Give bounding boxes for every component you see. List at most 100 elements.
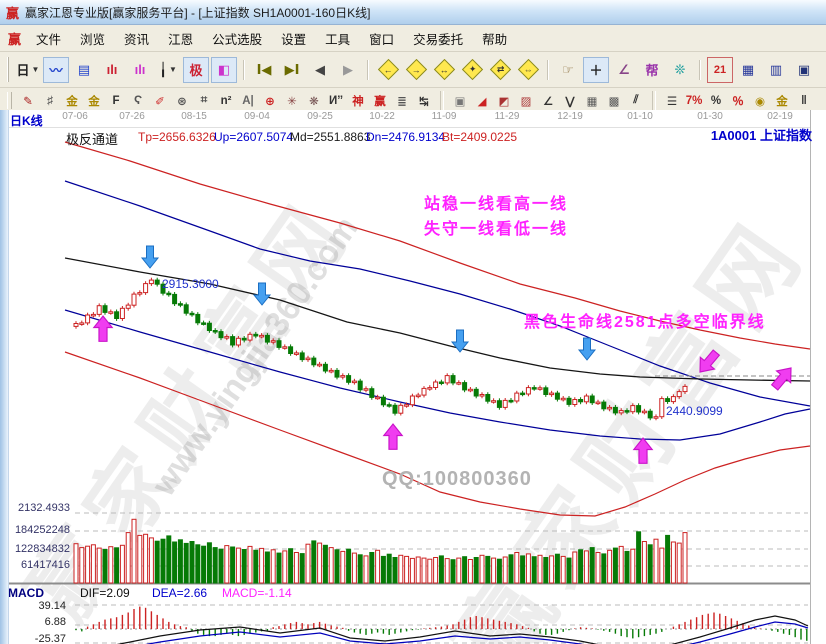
pen-tool-icon[interactable]: ✎: [17, 90, 39, 111]
percent-7-icon[interactable]: 7%: [683, 90, 705, 111]
spider-web-icon[interactable]: ❋: [303, 90, 325, 111]
quote-board-icon[interactable]: ▤: [71, 57, 97, 83]
x-axis-date-label: 01-30: [688, 111, 732, 122]
save-icon[interactable]: ▣: [791, 57, 817, 83]
menu-item-帮助[interactable]: 帮助: [473, 26, 516, 51]
jifan-channel-icon[interactable]: 极: [183, 57, 209, 83]
calendar-icon[interactable]: 21: [707, 57, 733, 83]
trend-chart-icon[interactable]: 〰: [43, 57, 69, 83]
grid-arrow-icon[interactable]: ▩: [603, 90, 625, 111]
channel-value-label: Tp=2656.6326: [138, 130, 216, 144]
menu-item-江恩[interactable]: 江恩: [159, 26, 202, 51]
help-tool-icon[interactable]: 帮: [639, 57, 665, 83]
menu-item-浏览[interactable]: 浏览: [71, 26, 114, 51]
hatch-grid-icon[interactable]: ♯: [39, 90, 61, 111]
ray-box-icon[interactable]: ▨: [515, 90, 537, 111]
diamond-right-icon[interactable]: →: [403, 57, 429, 83]
minute-9-chart-icon[interactable]: ılı: [127, 57, 153, 83]
n-square-icon[interactable]: n²: [215, 90, 237, 111]
grid-box-icon[interactable]: ▦: [581, 90, 603, 111]
wave-mark-icon[interactable]: Иˮ: [325, 90, 347, 111]
band-grid-icon[interactable]: ≣: [391, 90, 413, 111]
gold-circle-icon[interactable]: ◉: [749, 90, 771, 111]
toolbar-separator: [652, 91, 656, 111]
low-price-label: 2440.9099: [666, 404, 723, 418]
zigzag-icon[interactable]: ⋁: [559, 90, 581, 111]
percent-icon[interactable]: %: [705, 90, 727, 111]
volume-scale-label: 61417416: [8, 559, 70, 571]
menu-item-交易委托[interactable]: 交易委托: [404, 26, 472, 51]
minute-3-chart-icon[interactable]: ılı: [99, 57, 125, 83]
ai-tool-icon[interactable]: ❊: [667, 57, 693, 83]
pencil-red-icon[interactable]: ✐: [149, 90, 171, 111]
macd-dif-value: DIF=2.09: [80, 586, 130, 600]
parallel-lines-icon[interactable]: ⫽: [625, 90, 647, 111]
compass-icon[interactable]: ⊛: [171, 90, 193, 111]
menu-item-窗口[interactable]: 窗口: [360, 26, 403, 51]
diamond-center-icon[interactable]: ✦: [459, 57, 485, 83]
ruler-grid-icon[interactable]: ⌗: [193, 90, 215, 111]
volume-scale-label: 184252248: [8, 524, 70, 536]
toolbar-separator: [367, 60, 369, 80]
ying-tool-icon[interactable]: 赢: [369, 90, 391, 111]
rect-select-icon[interactable]: ▣: [449, 90, 471, 111]
notes-icon[interactable]: ▥: [763, 57, 789, 83]
angle-lines-icon[interactable]: ∠: [537, 90, 559, 111]
share-icon[interactable]: ⧉: [819, 57, 826, 83]
shen-tool-icon[interactable]: 神: [347, 90, 369, 111]
fan-box-icon[interactable]: ◩: [493, 90, 515, 111]
text-vertical-icon[interactable]: A|: [237, 90, 259, 111]
volume-scale-label: 122834832: [8, 543, 70, 555]
gold-line-icon[interactable]: 金: [771, 90, 793, 111]
diamond-expand-icon[interactable]: ↔: [431, 57, 457, 83]
period-daily-icon[interactable]: 日▼: [15, 57, 41, 83]
gann-fan-icon[interactable]: ◢: [471, 90, 493, 111]
menu-item-文件[interactable]: 文件: [27, 26, 70, 51]
menu-item-资讯[interactable]: 资讯: [115, 26, 158, 51]
candle-style-icon[interactable]: ╽▼: [155, 57, 181, 83]
width-measure-icon[interactable]: ↹: [413, 90, 435, 111]
calculator-icon[interactable]: ▦: [735, 57, 761, 83]
menu-bar: 赢 文件浏览资讯江恩公式选股设置工具窗口交易委托帮助: [0, 25, 826, 52]
indicator-name: 极反通道: [66, 129, 118, 148]
annotation-life-line: 黑色生命线2581点多空临界线: [524, 308, 766, 332]
toolbar-grip[interactable]: [7, 92, 12, 110]
channel-value-label: Bt=2409.0225: [442, 130, 517, 144]
first-page-icon[interactable]: Ⅰ◀: [251, 57, 277, 83]
percent-line-icon[interactable]: ％: [727, 90, 749, 111]
macd-panel-title: MACD: [8, 586, 44, 600]
diamond-wide-icon[interactable]: ⇔: [515, 57, 541, 83]
target-circle-icon[interactable]: ⊕: [259, 90, 281, 111]
tab-daily-kline[interactable]: 日K线: [10, 112, 43, 129]
hand-tool-icon[interactable]: ☞: [555, 57, 581, 83]
x-axis-date-label: 01-10: [618, 111, 662, 122]
menu-item-公式选股[interactable]: 公式选股: [203, 26, 271, 51]
x-axis-date-label: 09-04: [235, 111, 279, 122]
bar-measure-icon[interactable]: ‖: [793, 90, 815, 111]
last-page-icon[interactable]: ▶Ⅰ: [279, 57, 305, 83]
symbol-name: 上证指数: [760, 128, 812, 143]
menu-item-设置[interactable]: 设置: [272, 26, 315, 51]
fibonacci-icon[interactable]: F: [105, 90, 127, 111]
diamond-left-icon[interactable]: ←: [375, 57, 401, 83]
toolbar-separator: [547, 60, 549, 80]
next-bar-icon[interactable]: ▶: [335, 57, 361, 83]
x-axis-date-label: 11-29: [485, 111, 529, 122]
angle-tool-icon[interactable]: ∠: [611, 57, 637, 83]
price-ladder-icon[interactable]: ☰: [661, 90, 683, 111]
starburst-icon[interactable]: ✳: [281, 90, 303, 111]
macd-scale-label: 6.88: [8, 616, 66, 628]
prev-bar-icon[interactable]: ◀: [307, 57, 333, 83]
color-histogram-icon[interactable]: ◧: [211, 57, 237, 83]
crosshair-tool-icon[interactable]: ＋: [583, 57, 609, 83]
golden-section-icon[interactable]: 金: [61, 90, 83, 111]
menu-item-工具[interactable]: 工具: [316, 26, 359, 51]
golden-spiral-icon[interactable]: 金: [83, 90, 105, 111]
diamond-swap-icon[interactable]: ⇄: [487, 57, 513, 83]
x-axis-date-label: 10-22: [360, 111, 404, 122]
arc-tool-icon[interactable]: Ϛ: [127, 90, 149, 111]
toolbar-grip[interactable]: [7, 57, 9, 82]
kline-chart-canvas[interactable]: [0, 110, 826, 644]
macd-dea-value: DEA=2.66: [152, 586, 207, 600]
app-window: 赢 赢家江恩专业版[赢家服务平台] - [上证指数 SH1A0001-160日K…: [0, 0, 826, 644]
